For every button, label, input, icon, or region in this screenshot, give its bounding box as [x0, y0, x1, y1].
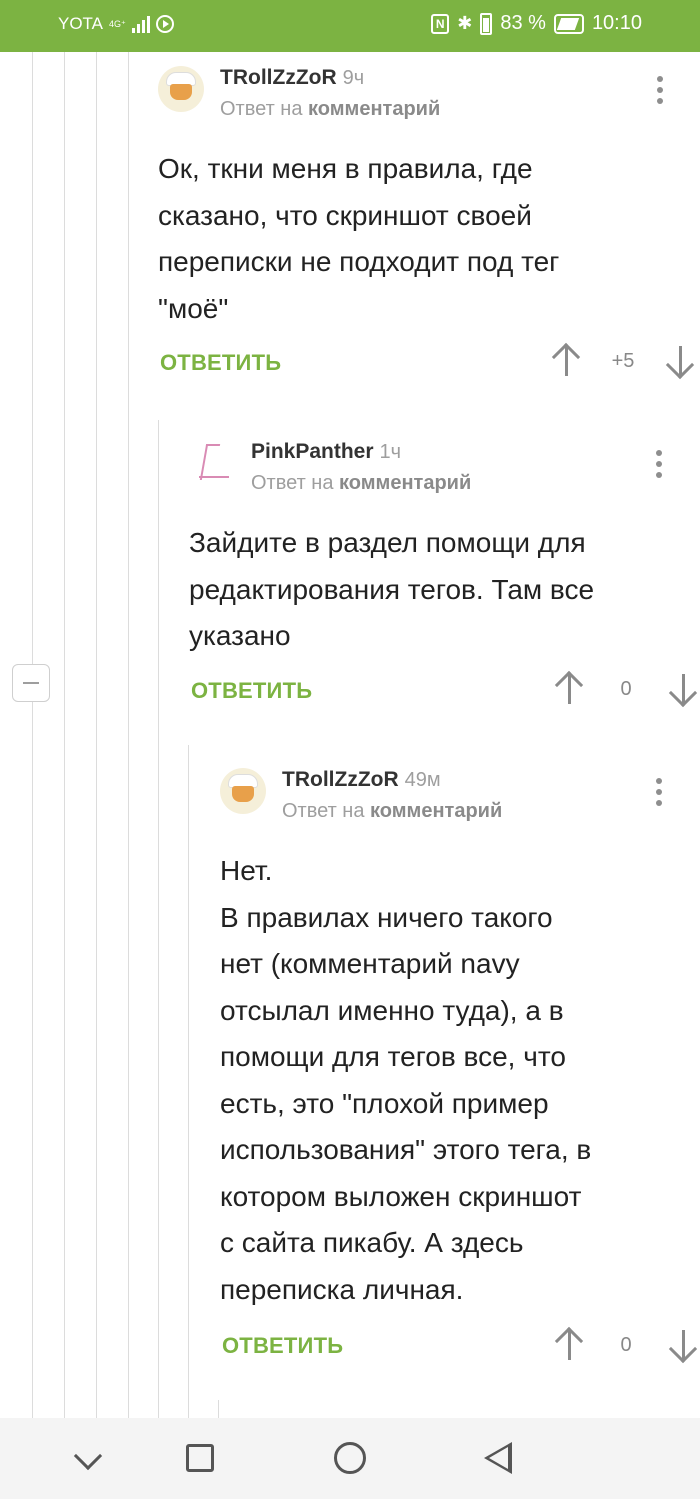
- battery-saver-icon: [553, 13, 584, 34]
- reply-button[interactable]: ОТВЕТИТЬ: [160, 350, 281, 376]
- recents-square-icon[interactable]: [186, 1444, 214, 1472]
- network-type: 4G⁺: [109, 18, 126, 29]
- reply-link[interactable]: комментарий: [308, 98, 440, 120]
- bluetooth-icon: ✱: [457, 13, 473, 33]
- status-bar: YOTA 4G⁺ N ✱ 83 % 10:10: [0, 0, 700, 52]
- thread-line: [158, 420, 159, 1418]
- status-right: N ✱ 83 % 10:10: [431, 12, 642, 35]
- thread-line: [128, 52, 129, 1418]
- comment-score: +5: [611, 349, 635, 372]
- nfc-icon: N: [431, 13, 450, 34]
- minus-icon: [23, 682, 39, 684]
- comment-time: 49м: [404, 769, 441, 791]
- comment-username[interactable]: TRollZzZoR: [282, 768, 399, 791]
- back-triangle-icon[interactable]: [484, 1442, 512, 1474]
- comment-username[interactable]: TRollZzZoR: [220, 66, 337, 89]
- battery-level: 83 %: [500, 12, 546, 34]
- reply-button[interactable]: ОТВЕТИТЬ: [222, 1333, 343, 1359]
- vote-controls: 0: [554, 1326, 698, 1364]
- home-circle-icon[interactable]: [334, 1442, 366, 1474]
- collapse-thread-button[interactable]: [12, 664, 50, 702]
- reply-link[interactable]: комментарий: [370, 800, 502, 822]
- thread-line: [32, 702, 33, 1418]
- comment-time: 1ч: [379, 441, 402, 463]
- comment: PinkPanther 1ч Ответ на комментарий Зайди…: [189, 440, 698, 720]
- downvote-icon[interactable]: [665, 344, 695, 380]
- vote-controls: 0: [554, 670, 698, 708]
- comment-username[interactable]: PinkPanther: [251, 440, 374, 463]
- more-options-icon[interactable]: [647, 446, 671, 482]
- reply-link[interactable]: комментарий: [339, 472, 471, 494]
- upvote-icon[interactable]: [554, 1326, 584, 1362]
- signal-icon: [131, 15, 150, 33]
- downvote-icon[interactable]: [668, 672, 698, 708]
- comment-text: Нет. В правилах ничего такого нет (комме…: [220, 855, 592, 1305]
- downvote-icon[interactable]: [668, 1328, 698, 1364]
- reply-button[interactable]: ОТВЕТИТЬ: [191, 678, 312, 704]
- reply-prefix: Ответ на: [251, 472, 334, 494]
- upvote-icon[interactable]: [554, 670, 584, 706]
- back-chevron-icon[interactable]: [73, 1441, 103, 1471]
- comment-score: 0: [620, 677, 632, 700]
- avatar[interactable]: [220, 768, 266, 814]
- avatar[interactable]: [189, 440, 235, 486]
- status-left: YOTA 4G⁺: [58, 14, 174, 34]
- thread-line: [188, 745, 189, 1418]
- avatar[interactable]: [158, 66, 204, 112]
- reply-prefix: Ответ на: [282, 800, 365, 822]
- comment-text: Зайдите в раздел помощи для редактирован…: [189, 527, 595, 651]
- carrier-label: YOTA: [58, 14, 104, 33]
- thread-line: [218, 1400, 219, 1418]
- battery-icon: [480, 12, 493, 35]
- media-play-icon: [155, 15, 174, 33]
- upvote-icon[interactable]: [551, 342, 581, 378]
- navigation-bar: [0, 1418, 700, 1499]
- comment: TRollZzZoR 49м Ответ на комментарий Нет. …: [220, 768, 698, 1368]
- clock: 10:10: [591, 12, 642, 34]
- thread-line: [64, 52, 65, 1418]
- more-options-icon[interactable]: [648, 72, 672, 108]
- reply-prefix: Ответ на: [220, 98, 303, 120]
- thread-line: [32, 52, 33, 664]
- comment: TRollZzZoR 9ч Ответ на комментарий Ок, тк…: [158, 66, 695, 386]
- comment-text: Ок, ткни меня в правила, где сказано, чт…: [158, 153, 560, 324]
- vote-controls: +5: [551, 342, 695, 380]
- thread-line: [96, 52, 97, 1418]
- comment-score: 0: [620, 1333, 632, 1356]
- comment-time: 9ч: [342, 67, 365, 89]
- more-options-icon[interactable]: [647, 774, 671, 810]
